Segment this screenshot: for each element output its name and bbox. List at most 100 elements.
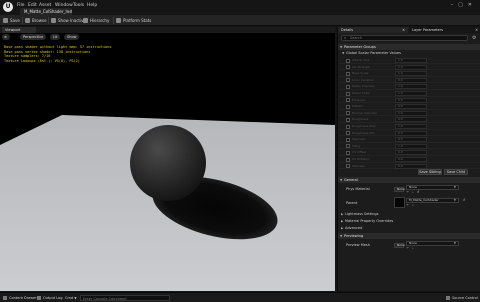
parameter-value-input[interactable]: 1.0 — [395, 143, 427, 149]
parameter-value-input[interactable]: 1.0 — [395, 124, 427, 129]
viewport-options-button[interactable]: ≡ — [2, 34, 10, 40]
parameter-override-checkbox[interactable] — [346, 71, 350, 76]
source-control-button[interactable]: Source Control — [446, 295, 478, 301]
stats-line: Base pass shader without light map: 57 i… — [4, 45, 112, 49]
section-parameter-groups[interactable]: ▼ Parameter Groups — [338, 44, 480, 50]
output-log-button[interactable]: Output Log — [37, 295, 63, 301]
use-selected-icon[interactable]: ← — [406, 203, 410, 207]
tab-details[interactable]: Details ✕ — [338, 27, 408, 33]
chevron-right-icon: ▶ — [341, 226, 344, 230]
minimize-icon[interactable]: – — [451, 2, 459, 8]
save-child-button[interactable]: Save Child — [444, 169, 468, 175]
parameter-value-input[interactable]: 0.0 — [395, 157, 427, 162]
search-input[interactable]: ⌕ Search — [341, 35, 468, 41]
parameter-value-input[interactable]: 0.0 — [395, 97, 427, 103]
save-button[interactable]: Save — [3, 17, 20, 24]
show-button[interactable]: Show — [64, 34, 80, 40]
parameter-name: Roughness Min — [352, 130, 375, 135]
browse-icon[interactable]: ⌕ — [411, 203, 415, 207]
parameter-value-input[interactable]: 1.0 — [395, 58, 427, 63]
chevron-down-icon: ▼ — [340, 45, 343, 49]
section-general[interactable]: ▼ General — [338, 177, 480, 183]
parameter-value-input[interactable]: 1.0 — [395, 110, 427, 116]
platform-stats-button[interactable]: Platform Stats — [116, 17, 151, 24]
parameter-value-input[interactable]: 0.0 — [395, 150, 427, 156]
parameter-override-checkbox[interactable] — [346, 150, 350, 155]
gear-icon[interactable]: ⚙ — [472, 35, 476, 41]
parameter-override-checkbox[interactable] — [346, 84, 350, 89]
parameter-value-input[interactable]: 0.0 — [395, 77, 427, 83]
phys-material-none[interactable]: None — [394, 187, 405, 192]
reset-icon[interactable]: ↺ — [416, 190, 420, 194]
parameter-row: AO Strength 1.0 — [338, 64, 480, 71]
hierarchy-button[interactable]: Hierarchy — [83, 17, 109, 24]
save-sibling-button[interactable]: Save Sibling — [418, 169, 442, 175]
viewport[interactable]: ≡ Perspective Lit Show Base pass shader … — [0, 33, 335, 291]
parameter-override-checkbox[interactable] — [346, 111, 350, 116]
close-icon[interactable]: ✕ — [475, 27, 478, 33]
cmd-dropdown[interactable]: Cmd ▼ — [65, 295, 77, 301]
parameter-override-checkbox[interactable] — [346, 137, 350, 142]
parameter-value-input[interactable]: 0.0 — [395, 104, 427, 110]
close-icon[interactable]: ✕ — [402, 27, 405, 33]
close-icon[interactable]: ✕ — [468, 2, 477, 8]
parameter-value-input[interactable]: 1.0 — [395, 64, 427, 70]
reset-icon[interactable]: ↺ — [462, 198, 466, 202]
parameter-row: Base Scale 1.0 — [338, 70, 480, 77]
parameter-row: UV Rotation 0.0 — [338, 156, 480, 163]
parameter-override-checkbox[interactable] — [346, 157, 350, 162]
parameter-value-input[interactable]: 0.5 — [395, 137, 427, 143]
parameter-value-input[interactable]: 0.5 — [395, 117, 427, 123]
parent-thumbnail[interactable] — [394, 197, 405, 208]
perspective-button[interactable]: Perspective — [20, 34, 47, 40]
section-previewing[interactable]: ▼ Previewing — [338, 233, 480, 239]
show-inactive-button[interactable]: Show Inactive — [51, 17, 86, 24]
parameter-override-checkbox[interactable] — [346, 98, 350, 103]
material-property-overrides[interactable]: ▶ Material Property Overrides — [338, 219, 480, 224]
parameter-override-checkbox[interactable] — [346, 91, 350, 96]
phys-material-label: Phys Material — [346, 187, 370, 191]
parameter-name: Metallic — [352, 104, 364, 109]
use-selected-icon[interactable]: ← — [406, 190, 410, 194]
parameter-override-checkbox[interactable] — [346, 144, 350, 149]
parameter-override-checkbox[interactable] — [346, 164, 350, 169]
lightmass-settings[interactable]: ▶ Lightmass Settings — [338, 212, 480, 217]
parameter-row: UV Offset 0.0 — [338, 149, 480, 156]
browse-icon[interactable]: ⌕ — [411, 246, 415, 250]
parameter-override-checkbox[interactable] — [346, 104, 350, 109]
parameter-override-checkbox[interactable] — [346, 131, 350, 136]
parameter-override-checkbox[interactable] — [346, 65, 350, 70]
preview-mesh-none[interactable]: None — [394, 243, 405, 248]
browse-button[interactable]: Browse — [25, 17, 47, 24]
parameter-override-checkbox[interactable] — [346, 58, 350, 63]
advanced[interactable]: ▶ Advanced — [338, 226, 480, 231]
console-command-input[interactable]: Enter Console Command — [80, 295, 170, 301]
parameter-value-input[interactable]: 0.0 — [395, 130, 427, 136]
maximize-icon[interactable]: ▢ — [458, 2, 468, 8]
parameter-value-input[interactable]: 1.0 — [395, 91, 427, 96]
parameter-name: UV Offset — [352, 150, 367, 155]
tab-layer-parameters[interactable]: Layer Parameters ✕ — [409, 27, 480, 33]
parameter-row: Roughness Min 0.0 — [338, 130, 480, 137]
document-tab[interactable]: M_Matte_ColShader_Inst — [20, 8, 72, 15]
parameter-name: Emissive — [352, 97, 366, 102]
parameter-value-input[interactable]: 0.0 — [395, 163, 427, 169]
menu-icon: ≡ — [4, 35, 7, 39]
subsection-global-scalar[interactable]: ▼ Global Scalar Parameter Values — [338, 51, 480, 56]
menu-tools[interactable]: Tools — [73, 3, 84, 8]
viewport-scene[interactable] — [0, 33, 335, 291]
parameter-override-checkbox[interactable] — [346, 124, 350, 129]
toolbar-divider — [22, 17, 23, 24]
parameter-value-input[interactable]: 1.0 — [395, 71, 427, 77]
browse-icon[interactable]: ⌕ — [411, 190, 415, 194]
parameter-name: Roughness Max — [352, 124, 376, 128]
lit-button[interactable]: Lit — [50, 34, 61, 40]
parameter-row: Normal Intensity 1.0 — [338, 110, 480, 117]
parameter-override-checkbox[interactable] — [346, 117, 350, 122]
menu-help[interactable]: Help — [87, 3, 97, 8]
content-drawer-button[interactable]: Content Drawer — [3, 295, 37, 301]
use-selected-icon[interactable]: ← — [406, 246, 410, 250]
parameter-override-checkbox[interactable] — [346, 78, 350, 83]
unreal-logo-icon[interactable]: U — [3, 2, 13, 12]
parameter-value-input[interactable]: 1.0 — [395, 84, 427, 90]
